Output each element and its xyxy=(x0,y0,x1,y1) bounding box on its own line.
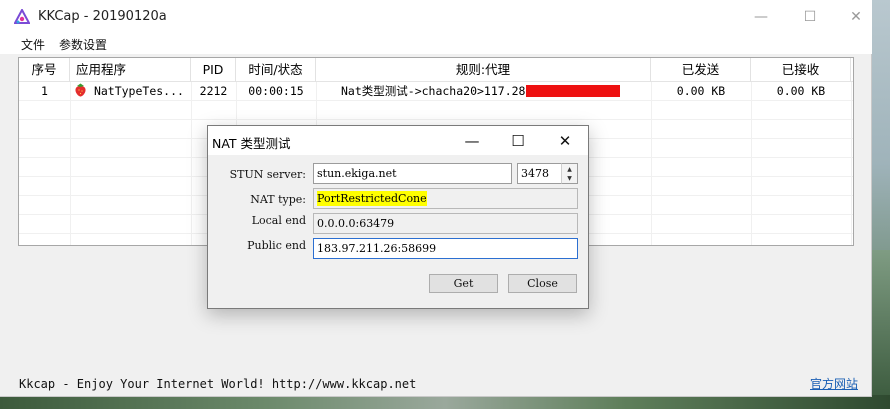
local-end-field: 0.0.0.0:63479 xyxy=(313,213,578,234)
cell-rule-text: Nat类型测试->chacha20>117.28 xyxy=(341,84,526,98)
cell-index: 1 xyxy=(41,84,48,98)
cell-rule: Nat类型测试->chacha20>117.28 xyxy=(341,82,651,101)
official-site-link[interactable]: 官方网站 xyxy=(810,375,858,392)
get-button[interactable]: Get xyxy=(429,274,498,293)
spin-down-icon[interactable]: ▼ xyxy=(562,174,577,183)
menu-settings[interactable]: 参数设置 xyxy=(59,36,107,53)
stun-port-input[interactable]: 3478 xyxy=(517,163,562,184)
minimize-button[interactable]: — xyxy=(738,0,784,33)
table-row[interactable]: 1 NatTypeTes... 2212 00:00:15 Nat类型测试->c… xyxy=(19,82,853,101)
nat-type-label: NAT type: xyxy=(250,193,306,206)
local-end-label: Local end xyxy=(251,214,306,227)
desktop-background xyxy=(0,395,890,409)
dialog-title: NAT 类型测试 xyxy=(212,136,291,151)
column-header-time[interactable]: 时间/状态 xyxy=(236,58,316,82)
column-header-app[interactable]: 应用程序 xyxy=(70,58,191,82)
cell-time: 00:00:15 xyxy=(248,84,304,98)
dialog-close-button[interactable]: ✕ xyxy=(542,126,588,155)
menu-bar: 文件 参数设置 xyxy=(0,33,872,54)
desktop-background-edge xyxy=(872,250,890,395)
dialog-minimize-button[interactable]: — xyxy=(449,126,495,155)
stun-server-input[interactable]: stun.ekiga.net xyxy=(313,163,512,184)
port-spinner[interactable]: ▲ ▼ xyxy=(561,163,578,184)
kkcap-logo-icon xyxy=(14,9,30,24)
stun-server-label: STUN server: xyxy=(229,168,306,181)
dialog-maximize-button[interactable]: ☐ xyxy=(495,126,541,155)
column-header-index[interactable]: 序号 xyxy=(19,58,70,82)
cell-app: NatTypeTes... xyxy=(74,82,191,101)
column-header-sent[interactable]: 已发送 xyxy=(651,58,751,82)
column-header-received[interactable]: 已接收 xyxy=(751,58,851,82)
cell-pid: 2212 xyxy=(199,84,228,98)
status-text: Kkcap - Enjoy Your Internet World! http:… xyxy=(19,377,417,391)
column-header-rule[interactable]: 规则:代理 xyxy=(316,58,651,82)
strawberry-icon xyxy=(75,83,86,97)
close-dialog-button[interactable]: Close xyxy=(508,274,577,293)
list-header: 序号 应用程序 PID 时间/状态 规则:代理 已发送 已接收 xyxy=(19,58,853,82)
nat-type-value: PortRestrictedCone xyxy=(317,191,427,206)
maximize-button[interactable]: ☐ xyxy=(787,0,833,33)
table-row xyxy=(19,101,853,120)
nat-type-field: PortRestrictedCone xyxy=(313,188,578,209)
close-button[interactable]: ✕ xyxy=(833,0,879,33)
title-bar[interactable]: KKCap - 20190120a — ☐ ✕ xyxy=(0,0,872,33)
spin-up-icon[interactable]: ▲ xyxy=(562,165,577,174)
nat-test-dialog: NAT 类型测试 — ☐ ✕ STUN server: stun.ekiga.n… xyxy=(207,125,589,309)
public-end-field[interactable]: 183.97.211.26:58699 xyxy=(313,238,578,259)
window-title: KKCap - 20190120a xyxy=(38,9,167,24)
cell-received: 0.00 KB xyxy=(776,84,826,98)
public-end-label: Public end xyxy=(247,239,306,252)
cell-sent: 0.00 KB xyxy=(676,84,726,98)
dialog-title-bar[interactable]: NAT 类型测试 — ☐ ✕ xyxy=(208,126,588,155)
column-header-pid[interactable]: PID xyxy=(191,58,236,82)
cell-app-name: NatTypeTes... xyxy=(93,84,184,98)
menu-file[interactable]: 文件 xyxy=(21,36,45,53)
redaction-block xyxy=(526,85,621,97)
